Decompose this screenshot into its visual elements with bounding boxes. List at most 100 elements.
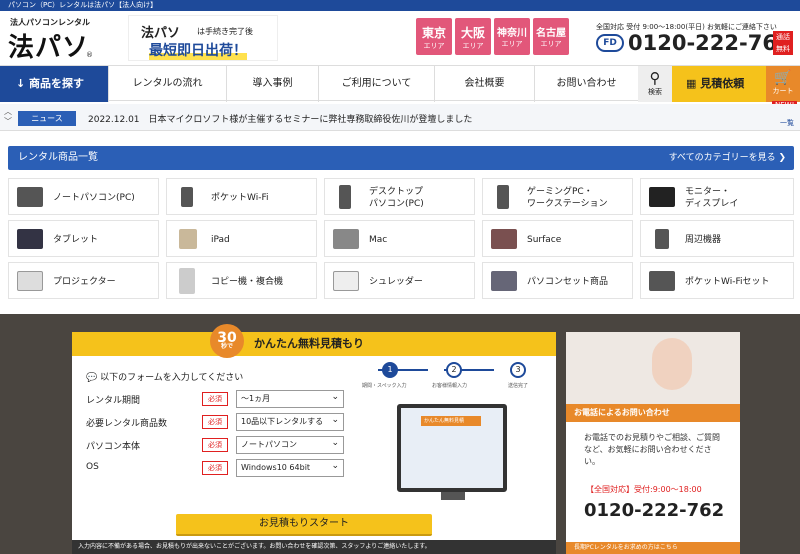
header-phone-number[interactable]: 0120-222-762 (628, 31, 792, 55)
down-arrow-icon: ↓ (16, 77, 30, 90)
products-section-title: レンタル商品一覧 (18, 152, 98, 163)
phone-number[interactable]: 0120-222-762 (584, 500, 724, 521)
banner-headline: 最短即日出荷！ (149, 40, 247, 60)
product-wifi-set[interactable]: ポケットWi-Fiセット (640, 262, 794, 299)
laptop-icon (17, 187, 43, 207)
step-1-label: 期間・スペック入力 (362, 383, 407, 389)
field-label: レンタル期間 (86, 396, 141, 406)
estimate-label: 見積依頼 (700, 77, 745, 90)
thirty-seconds-badge: 30 秒で (210, 324, 244, 358)
copier-icon (179, 268, 195, 294)
product-ipad[interactable]: iPad (166, 220, 317, 257)
product-monitor[interactable]: モニター・ ディスプレイ (640, 178, 794, 215)
product-projector[interactable]: プロジェクター (8, 262, 159, 299)
logo[interactable]: 法パソ (8, 27, 89, 64)
form-row-quantity: 必要レンタル商品数 必須 10品以下レンタルする (86, 412, 356, 431)
field-label: パソコン本体 (86, 442, 141, 452)
area-name: 名古屋 (536, 28, 566, 39)
product-label: コピー機・複合機 (211, 276, 284, 287)
step-1: 1 (382, 362, 398, 378)
period-select[interactable]: 〜1ヵ月 (236, 389, 344, 408)
step-2: 2 (446, 362, 462, 378)
product-gaming-pc[interactable]: ゲーミングPC・ ワークステーション (482, 178, 633, 215)
banner-brand: 法パソ (141, 26, 181, 41)
chevron-up-icon: ︿ (4, 107, 12, 116)
area-suffix: エリア (423, 42, 445, 50)
news-scroll-arrows[interactable]: ︿ ﹀ (4, 107, 12, 127)
product-pc-set[interactable]: パソコンセット商品 (482, 262, 633, 299)
start-estimate-button[interactable]: お見積もりスタート (176, 514, 432, 536)
top-strip: パソコン（PC）レンタルは法パソ【法人向け】 (0, 0, 800, 11)
freedial-icon: FD (596, 34, 624, 52)
news-bar: ︿ ﹀ ニュース 2022.12.01 日本マイクロソフト様が主催するセミナーに弊… (0, 104, 800, 131)
product-peripherals[interactable]: 周辺機器 (640, 220, 794, 257)
surface-icon (491, 229, 517, 249)
required-badge: 必須 (202, 392, 228, 406)
all-categories-link[interactable]: すべてのカテゴリーを見る ❯ (669, 146, 786, 170)
area-nagoya[interactable]: 名古屋 エリア (533, 18, 569, 55)
nav-usage[interactable]: ご利用について (318, 66, 434, 102)
speech-bubble-icon: 💬 (86, 373, 101, 383)
nav-flow[interactable]: レンタルの流れ (108, 66, 226, 102)
news-list-link[interactable]: 一覧 (780, 118, 794, 128)
product-label: iPad (211, 234, 230, 245)
quantity-select[interactable]: 10品以下レンタルする (236, 412, 344, 431)
product-label: ノートパソコン(PC) (53, 192, 135, 203)
banner-note: は手続き完了後 (197, 27, 253, 36)
phone-hours: 【全国対応】受付:9:00〜18:00 (586, 485, 702, 494)
nav-products-button[interactable]: ↓ 商品を探す (0, 66, 108, 102)
registered-mark: ® (86, 51, 93, 59)
calculator-icon: ▦ (686, 77, 701, 90)
product-pocket-wifi[interactable]: ポケットWi-Fi (166, 178, 317, 215)
form-row-pc-type: パソコン本体 必須 ノートパソコン (86, 435, 356, 454)
nav-contact[interactable]: お問い合わせ (534, 66, 638, 102)
product-mac[interactable]: Mac (324, 220, 475, 257)
product-label: ゲーミングPC・ ワークステーション (527, 186, 608, 209)
estimate-form-panel: かんたん無料見積もり 30 秒で 💬 以下のフォームを入力してください レンタル期… (72, 324, 556, 554)
operator-photo (566, 332, 740, 404)
estimate-request-button[interactable]: ▦ 見積依頼 (672, 66, 766, 102)
shipping-banner[interactable]: 法パソ は手続き完了後 最短即日出荷！ (128, 15, 278, 61)
area-kanagawa[interactable]: 神奈川 エリア (494, 18, 530, 55)
product-tablet[interactable]: タブレット (8, 220, 159, 257)
monitor-title: かんたん無料見積 (421, 416, 481, 426)
product-label: ポケットWi-Fiセット (685, 276, 770, 287)
product-label: 周辺機器 (685, 234, 722, 245)
search-label: 検索 (648, 88, 662, 96)
pc-type-select[interactable]: ノートパソコン (236, 435, 344, 454)
product-copier[interactable]: コピー機・複合機 (166, 262, 317, 299)
product-label: Surface (527, 234, 562, 245)
product-notebook[interactable]: ノートパソコン(PC) (8, 178, 159, 215)
form-note: 入力内容に不備がある場合、お見積もりが出来ないことがございます。お問い合わせを確… (72, 540, 556, 554)
required-badge: 必須 (202, 438, 228, 452)
product-label: ポケットWi-Fi (211, 192, 269, 203)
form-row-period: レンタル期間 必須 〜1ヵ月 (86, 389, 356, 408)
nav-company[interactable]: 会社概要 (434, 66, 534, 102)
required-badge: 必須 (202, 461, 228, 475)
search-button[interactable]: ⚲ 検索 (638, 66, 672, 102)
products-section-header: レンタル商品一覧 すべてのカテゴリーを見る ❯ (8, 146, 794, 170)
step-3-label: 送信完了 (508, 383, 529, 389)
cart-button[interactable]: 🛒 カート (766, 66, 800, 102)
product-surface[interactable]: Surface (482, 220, 633, 257)
wifi-set-icon (649, 271, 675, 291)
product-label: Mac (369, 234, 388, 245)
product-label: モニター・ ディスプレイ (685, 186, 739, 209)
os-select[interactable]: Windows10 64bit (236, 458, 344, 477)
product-shredder[interactable]: シュレッダー (324, 262, 475, 299)
estimate-form-title: かんたん無料見積もり (72, 332, 556, 356)
cart-icon: 🛒 (774, 70, 792, 86)
area-suffix: エリア (462, 42, 484, 50)
area-name: 神奈川 (497, 28, 527, 39)
product-desktop[interactable]: デスクトップ パソコン(PC) (324, 178, 475, 215)
form-row-os: OS 必須 Windows10 64bit (86, 458, 356, 477)
long-term-rental-link[interactable]: 長期PCレンタルをお求めの方はこちら (566, 542, 740, 554)
form-intro-text: 以下のフォームを入力してください (100, 373, 244, 383)
nav-cases[interactable]: 導入事例 (226, 66, 318, 102)
area-tokyo[interactable]: 東京 エリア (416, 18, 452, 55)
product-label: パソコンセット商品 (527, 276, 609, 287)
projector-icon (17, 271, 43, 291)
nav-products-label: 商品を探す (29, 77, 85, 90)
area-osaka[interactable]: 大阪 エリア (455, 18, 491, 55)
news-headline[interactable]: 2022.12.01 日本マイクロソフト様が主催するセミナーに弊社専務取締役佐川… (88, 112, 472, 125)
